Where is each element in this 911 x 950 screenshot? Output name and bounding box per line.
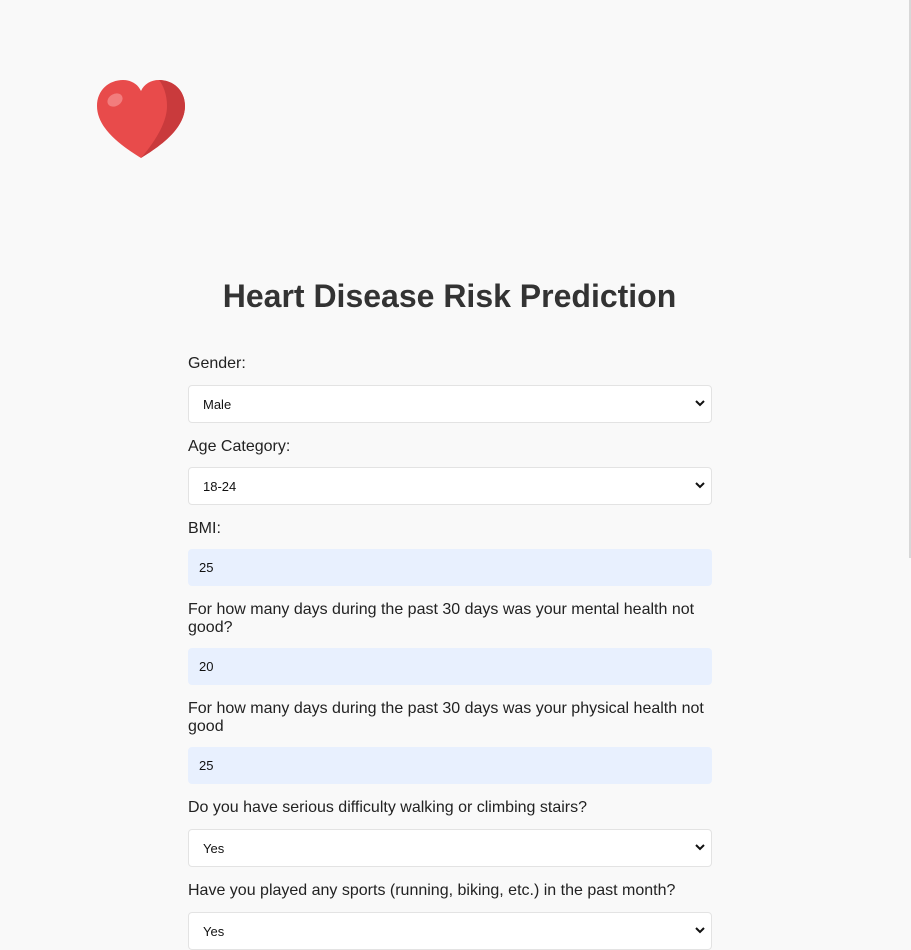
- mental-health-input[interactable]: 20: [188, 648, 712, 685]
- bmi-label: BMI:: [188, 520, 221, 537]
- heart-icon: [97, 80, 185, 158]
- mental-health-input-value: 20: [199, 659, 214, 674]
- gender-select[interactable]: Male: [188, 385, 712, 423]
- sports-label: Have you played any sports (running, bik…: [188, 882, 676, 899]
- sports-select[interactable]: Yes: [188, 912, 712, 950]
- walking-difficulty-select[interactable]: Yes: [188, 829, 712, 867]
- sports-select-value: Yes: [203, 923, 225, 939]
- sports-field: Have you played any sports (running, bik…: [188, 882, 712, 950]
- age-select-value: 18-24: [203, 478, 237, 494]
- walking-difficulty-label: Do you have serious difficulty walking o…: [188, 799, 587, 816]
- physical-health-label: For how many days during the past 30 day…: [188, 700, 704, 735]
- physical-health-field: For how many days during the past 30 day…: [188, 700, 712, 784]
- chevron-down-icon: [695, 927, 705, 934]
- bmi-field: BMI: 25: [188, 520, 712, 586]
- chevron-down-icon: [695, 482, 705, 489]
- physical-health-input[interactable]: 25: [188, 747, 712, 784]
- age-label: Age Category:: [188, 438, 291, 455]
- prediction-form: Gender: Male Age Category: 18-24 BMI: 25…: [188, 355, 712, 950]
- mental-health-label: For how many days during the past 30 day…: [188, 601, 695, 636]
- walking-difficulty-select-value: Yes: [203, 840, 225, 856]
- page: Heart Disease Risk Prediction Gender: Ma…: [0, 0, 911, 950]
- age-field: Age Category: 18-24: [188, 438, 712, 505]
- bmi-input-value: 25: [199, 560, 214, 575]
- physical-health-input-value: 25: [199, 758, 214, 773]
- gender-select-value: Male: [203, 396, 232, 412]
- gender-field: Gender: Male: [188, 355, 712, 423]
- chevron-down-icon: [695, 400, 705, 407]
- walking-difficulty-field: Do you have serious difficulty walking o…: [188, 799, 712, 867]
- age-select[interactable]: 18-24: [188, 467, 712, 505]
- gender-label: Gender:: [188, 355, 246, 372]
- page-title: Heart Disease Risk Prediction: [222, 278, 677, 314]
- mental-health-field: For how many days during the past 30 day…: [188, 601, 712, 685]
- bmi-input[interactable]: 25: [188, 549, 712, 586]
- chevron-down-icon: [695, 844, 705, 851]
